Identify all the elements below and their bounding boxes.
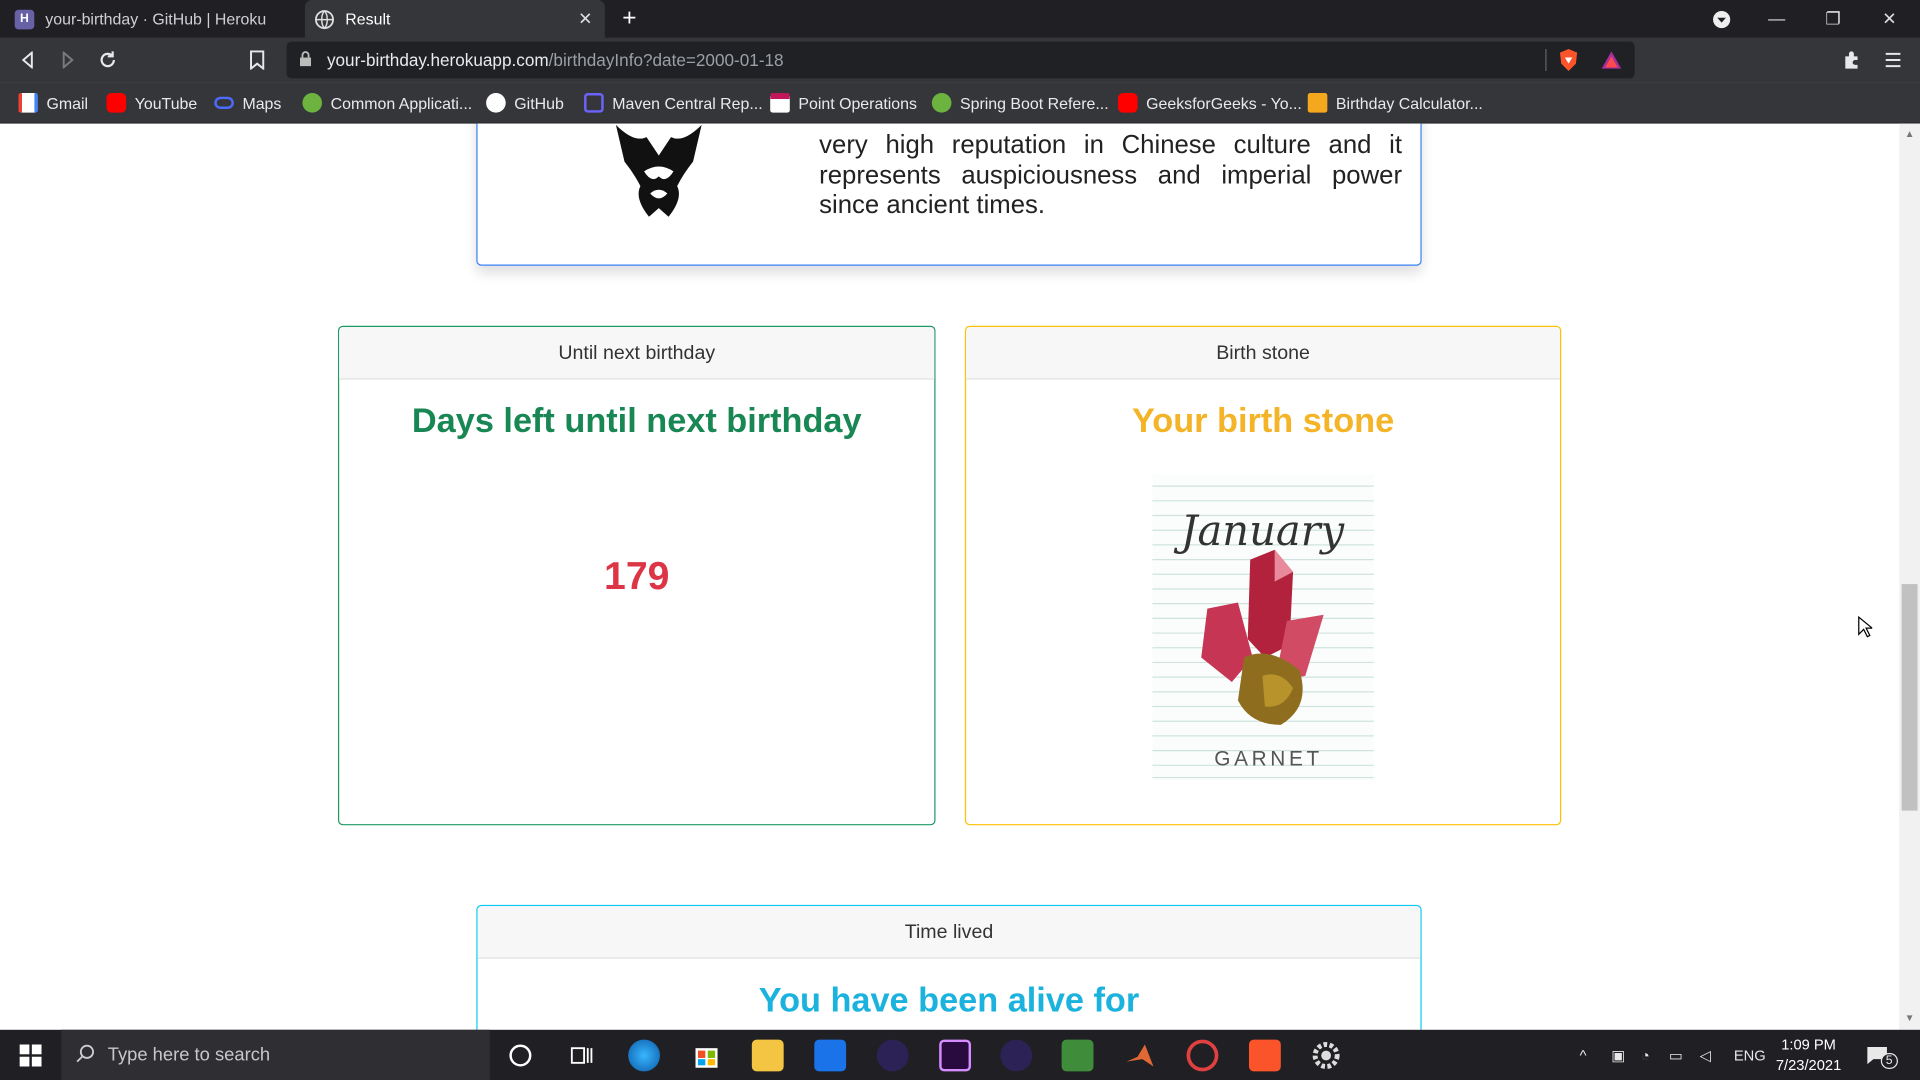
card-header: Time lived [477,906,1421,959]
tab-title: your-birthday · GitHub | Heroku [45,9,267,29]
zodiac-description: very high reputation in Chinese culture … [819,131,1403,220]
cortana-icon[interactable] [504,1040,536,1072]
meet-now-icon[interactable]: ▣ [1611,1030,1625,1080]
url-text: your-birthday.herokuapp.com/birthdayInfo… [326,50,784,70]
language-indicator[interactable]: ENG [1734,1030,1766,1080]
bookmark-maven[interactable]: Maven Central Rep... [584,91,763,115]
bookmark-geeksforgeeks[interactable]: GeeksforGeeks - Yo... [1117,91,1302,115]
card-title: You have been alive for [758,980,1140,1019]
document-icon [770,93,790,113]
wifi-icon[interactable]: ◔ [1641,1030,1650,1080]
close-tab-icon[interactable]: ✕ [576,9,596,29]
eclipse-icon[interactable] [1000,1039,1033,1072]
minimize-icon[interactable]: — [1749,0,1805,38]
brave-icon[interactable] [1248,1039,1281,1072]
lock-icon [299,50,316,70]
time-lived-card: Time lived You have been alive for [476,904,1422,1030]
windows-start-icon[interactable] [0,1030,61,1080]
bookmark-icon[interactable] [244,47,271,74]
taskbar-clock[interactable]: 1:09 PM 7/23/2021 [1763,1035,1854,1077]
garnet-image: January GARNET [1152,473,1374,781]
card-title: Days left until next birthday [411,401,862,440]
tab-result[interactable]: Result ✕ [304,0,605,38]
brave-rewards-icon[interactable] [1600,49,1622,77]
hexagon-icon [584,93,604,113]
mail-icon[interactable] [814,1039,847,1072]
heroku-icon: H [14,9,35,29]
card-header: Birth stone [966,326,1561,380]
birth-stone-card: Birth stone Your birth stone January GAR… [964,325,1562,826]
store-icon[interactable] [691,1040,723,1072]
maps-icon [214,96,234,109]
spring-leaf-icon [302,93,323,113]
svg-text:January: January [1174,506,1345,555]
tab-strip: H your-birthday · GitHub | Heroku Result… [0,0,1920,38]
page-scrollbar[interactable]: ▲ ▼ [1899,123,1920,1030]
youtube-icon [106,93,127,113]
screen-recorder-icon[interactable] [1186,1039,1219,1072]
restore-icon[interactable]: ❐ [1805,0,1861,38]
menu-icon[interactable] [1880,47,1907,74]
mouse-cursor-icon [1858,615,1874,644]
bookmark-common-app[interactable]: Common Applicati... [302,91,472,115]
scroll-up-icon[interactable]: ▲ [1903,129,1916,140]
back-icon[interactable] [15,47,42,74]
scroll-down-icon[interactable]: ▼ [1903,1013,1916,1024]
page-viewport: very high reputation in Chinese culture … [0,123,1920,1030]
youtube-icon [1117,93,1138,113]
notification-center-icon[interactable]: 5 [1866,1030,1898,1080]
bookmark-github[interactable]: GitHub [486,91,564,115]
bookmark-spring-boot[interactable]: Spring Boot Refere... [931,91,1109,115]
days-left-value: 179 [604,553,670,598]
globe-icon [315,9,335,29]
tray-overflow-icon[interactable]: ^ [1580,1030,1587,1080]
scroll-thumb[interactable] [1901,584,1918,811]
bookmark-maps[interactable]: Maps [214,91,281,115]
new-tab-icon[interactable]: + [616,5,643,32]
calculator-icon [1307,93,1328,113]
extensions-icon[interactable] [1838,47,1865,74]
bookmarks-bar: Gmail YouTube Maps Common Applicati... G… [0,82,1920,124]
notepad-plus-icon[interactable] [1061,1039,1094,1072]
github-icon [486,93,506,113]
settings-gear-icon[interactable] [1310,1040,1342,1072]
spring-leaf-icon [931,93,952,113]
browser-toolbar: your-birthday.herokuapp.com/birthdayInfo… [0,37,1920,83]
edge-icon[interactable] [628,1039,661,1072]
bookmark-point-operations[interactable]: Point Operations [770,91,917,115]
bookmark-youtube[interactable]: YouTube [106,91,197,115]
bookmark-birthday-calculator[interactable]: Birthday Calculator... [1307,91,1483,115]
file-explorer-icon[interactable] [751,1039,784,1072]
omnibox-divider [1545,48,1547,72]
volume-icon[interactable]: ◁ [1700,1030,1711,1080]
battery-icon[interactable]: ▭ [1669,1030,1683,1080]
bookmark-gmail[interactable]: Gmail [18,91,88,115]
brave-shields-icon[interactable] [1558,48,1580,79]
profile-dropdown-icon[interactable] [1693,0,1749,38]
windows-taskbar: Type here to search ^ ▣ ◔ ▭ ◁ ENG 1:09 P… [0,1029,1920,1080]
zodiac-card: very high reputation in Chinese culture … [476,123,1422,266]
card-title: Your birth stone [1131,401,1395,440]
matlab-icon[interactable] [1124,1040,1156,1072]
next-birthday-card: Until next birthday Days left until next… [337,325,936,826]
forward-icon[interactable] [54,47,81,74]
eclipse-icon[interactable] [876,1039,909,1072]
premiere-icon[interactable] [939,1039,972,1072]
tab-title: Result [345,9,391,29]
task-view-icon[interactable] [566,1040,598,1072]
search-icon [76,1043,96,1067]
tab-heroku[interactable]: H your-birthday · GitHub | Heroku [0,0,302,38]
address-bar[interactable]: your-birthday.herokuapp.com/birthdayInfo… [286,41,1635,79]
close-window-icon[interactable]: ✕ [1861,0,1917,38]
dragon-image [610,124,708,223]
card-header: Until next birthday [339,326,935,380]
gmail-icon [18,93,38,113]
svg-text:GARNET: GARNET [1214,747,1323,770]
taskbar-search-input[interactable]: Type here to search [61,1029,490,1080]
reload-icon[interactable] [94,47,121,74]
